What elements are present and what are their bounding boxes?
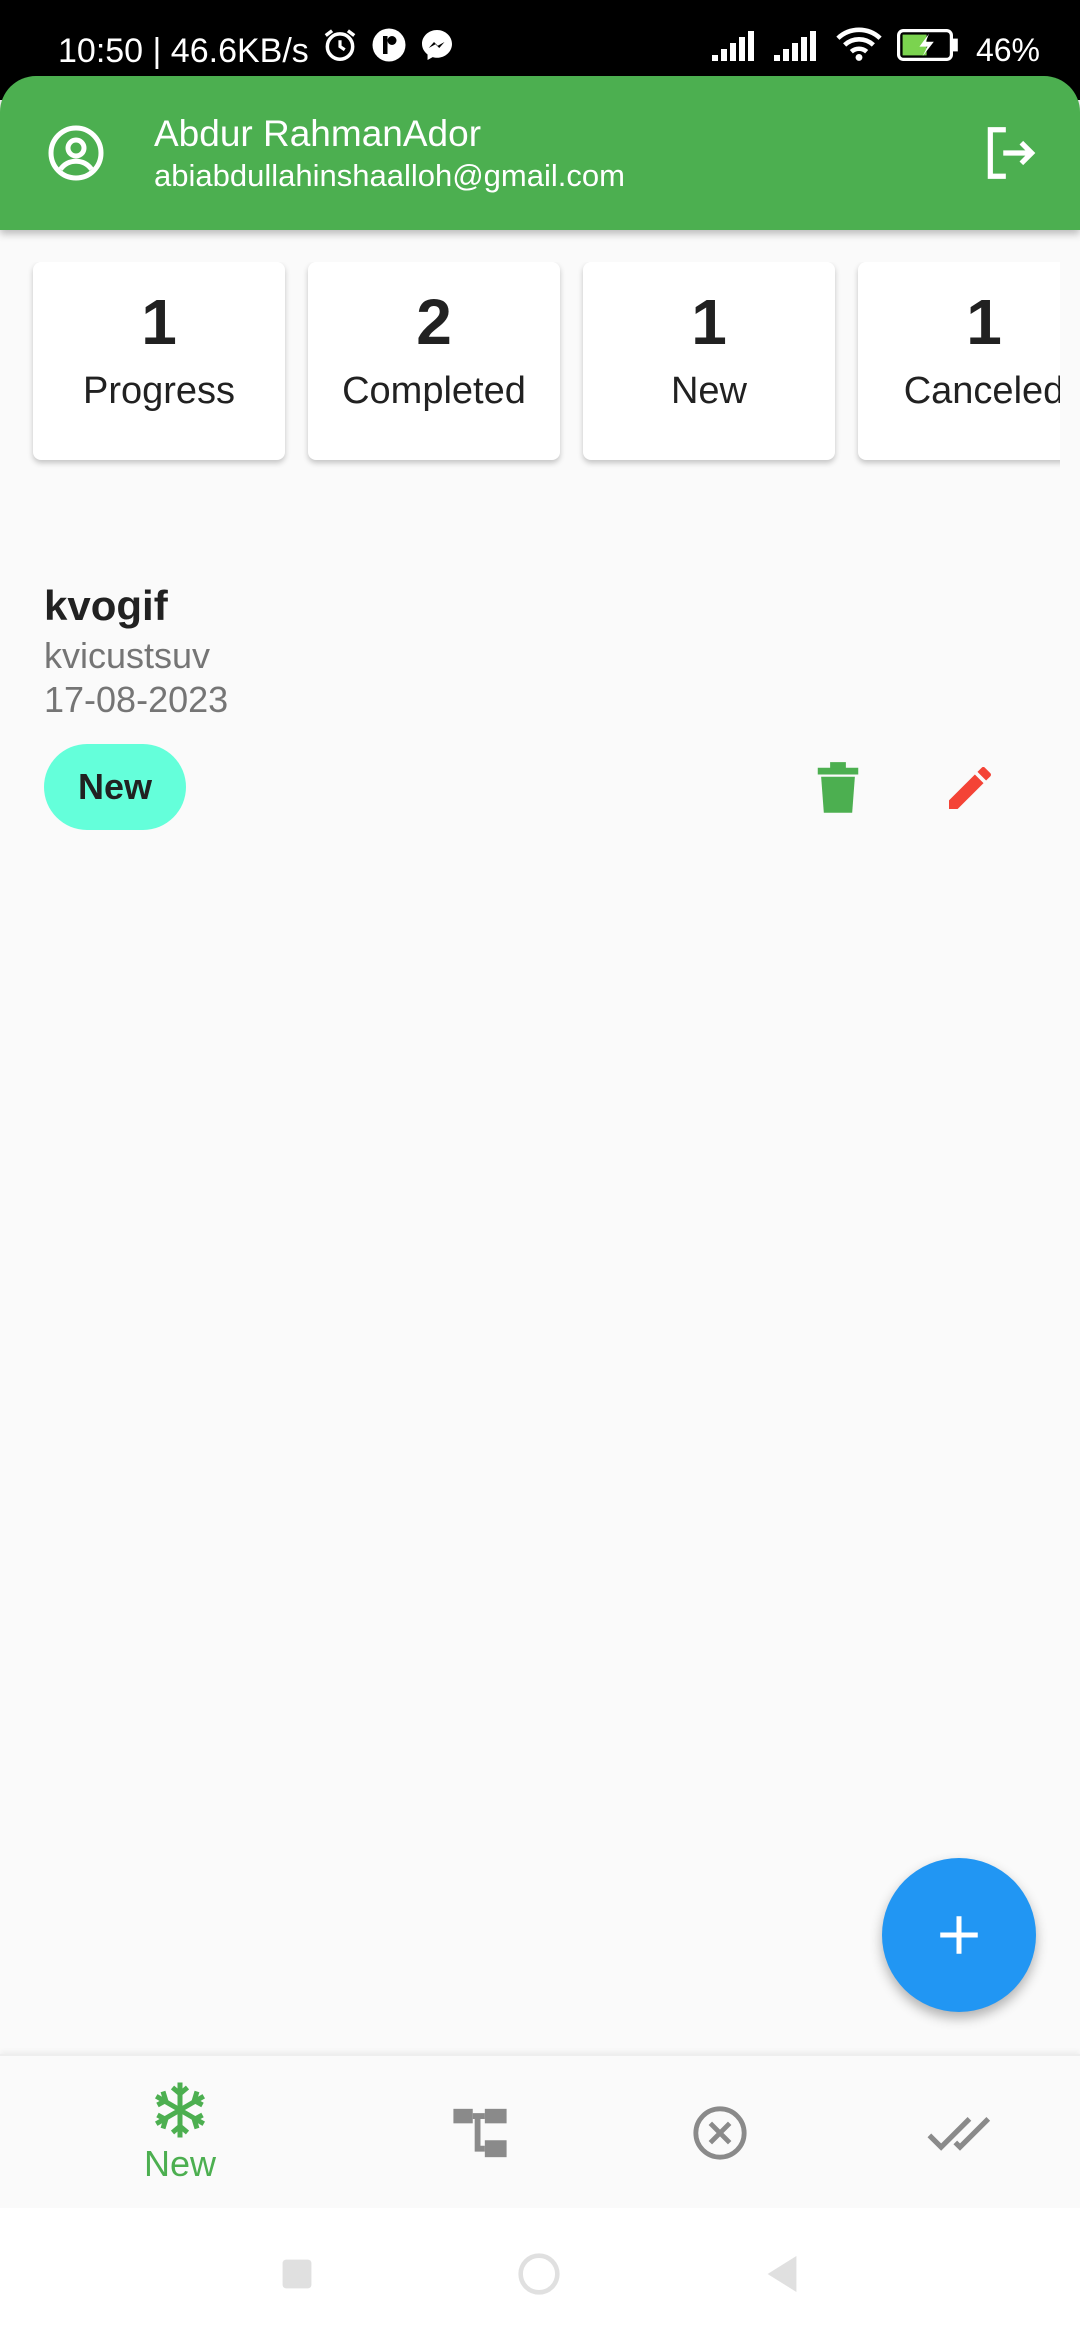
summary-label: Canceled bbox=[903, 370, 1060, 412]
nav-label-new: New bbox=[143, 2143, 217, 2184]
edit-task-button[interactable] bbox=[938, 756, 1002, 820]
summary-card-completed: 2 Completed bbox=[308, 262, 560, 460]
task-title: kvogif bbox=[44, 582, 168, 629]
user-email: abiabdullahinshaalloh@gmail.com bbox=[154, 158, 625, 193]
status-right: 46% bbox=[711, 26, 1040, 73]
recent-apps-button[interactable] bbox=[275, 2252, 319, 2296]
summary-card-progress: 1 Progress bbox=[33, 262, 285, 460]
nav-item-canceled[interactable] bbox=[600, 2056, 840, 2210]
battery-charging-icon bbox=[896, 28, 962, 72]
snowflake-icon bbox=[154, 2082, 206, 2138]
summary-count: 2 bbox=[416, 286, 452, 358]
logout-button[interactable] bbox=[980, 122, 1042, 184]
plus-icon bbox=[940, 1916, 978, 1954]
alarm-icon bbox=[321, 26, 359, 75]
summary-count: 1 bbox=[691, 286, 727, 358]
signal-icon bbox=[773, 28, 822, 72]
notification-app-icon bbox=[371, 27, 407, 74]
back-triangle-icon bbox=[767, 2256, 797, 2292]
summary-label: Progress bbox=[82, 370, 236, 412]
profile-app-bar: Abdur RahmanAdor abiabdullahinshaalloh@g… bbox=[0, 76, 1080, 230]
add-task-fab[interactable] bbox=[882, 1858, 1036, 2012]
screen: 10:50 | 46.6KB/s 46% Abdur RahmanAdor ab… bbox=[0, 0, 1080, 2340]
home-button[interactable] bbox=[517, 2252, 561, 2296]
user-name: Abdur RahmanAdor bbox=[154, 113, 482, 154]
task-description: kvicustsuv bbox=[44, 635, 211, 676]
task-date: 17-08-2023 bbox=[44, 679, 229, 720]
battery-percent: 46% bbox=[975, 31, 1040, 68]
nav-item-completed[interactable] bbox=[840, 2056, 1080, 2210]
status-left: 10:50 | 46.6KB/s bbox=[58, 26, 455, 75]
square-icon bbox=[282, 2259, 312, 2289]
pencil-icon bbox=[949, 767, 991, 809]
summary-card-new: 1 New bbox=[583, 262, 835, 460]
done-all-icon bbox=[927, 2117, 991, 2151]
hierarchy-icon bbox=[453, 2108, 507, 2158]
task-status-chip: New bbox=[44, 744, 186, 830]
account-circle-icon[interactable] bbox=[46, 123, 106, 183]
summary-count: 1 bbox=[141, 286, 177, 358]
summary-label: New bbox=[670, 370, 748, 412]
nav-item-new[interactable]: New bbox=[60, 2056, 300, 2210]
summary-label: Completed bbox=[342, 370, 526, 412]
cancel-circle-icon bbox=[693, 2106, 747, 2160]
summary-count: 1 bbox=[966, 286, 1002, 358]
circle-icon bbox=[518, 2253, 560, 2295]
bottom-navigation: New bbox=[0, 2054, 1080, 2208]
trash-icon bbox=[817, 762, 859, 813]
summary-row: 1 Progress 2 Completed 1 New 1 Canceled bbox=[0, 262, 1060, 472]
signal-icon bbox=[711, 28, 760, 72]
nav-item-progress[interactable] bbox=[360, 2056, 600, 2210]
status-time-speed: 10:50 | 46.6KB/s bbox=[58, 31, 309, 70]
delete-task-button[interactable] bbox=[806, 756, 870, 820]
back-button[interactable] bbox=[760, 2252, 804, 2296]
summary-card-canceled: 1 Canceled bbox=[858, 262, 1060, 460]
messenger-icon bbox=[419, 27, 455, 74]
system-navigation-bar bbox=[0, 2208, 1080, 2340]
logout-icon bbox=[987, 127, 1036, 179]
wifi-icon bbox=[836, 26, 882, 73]
task-list-item[interactable]: kvogif kvicustsuv 17-08-2023 New bbox=[0, 560, 1080, 860]
